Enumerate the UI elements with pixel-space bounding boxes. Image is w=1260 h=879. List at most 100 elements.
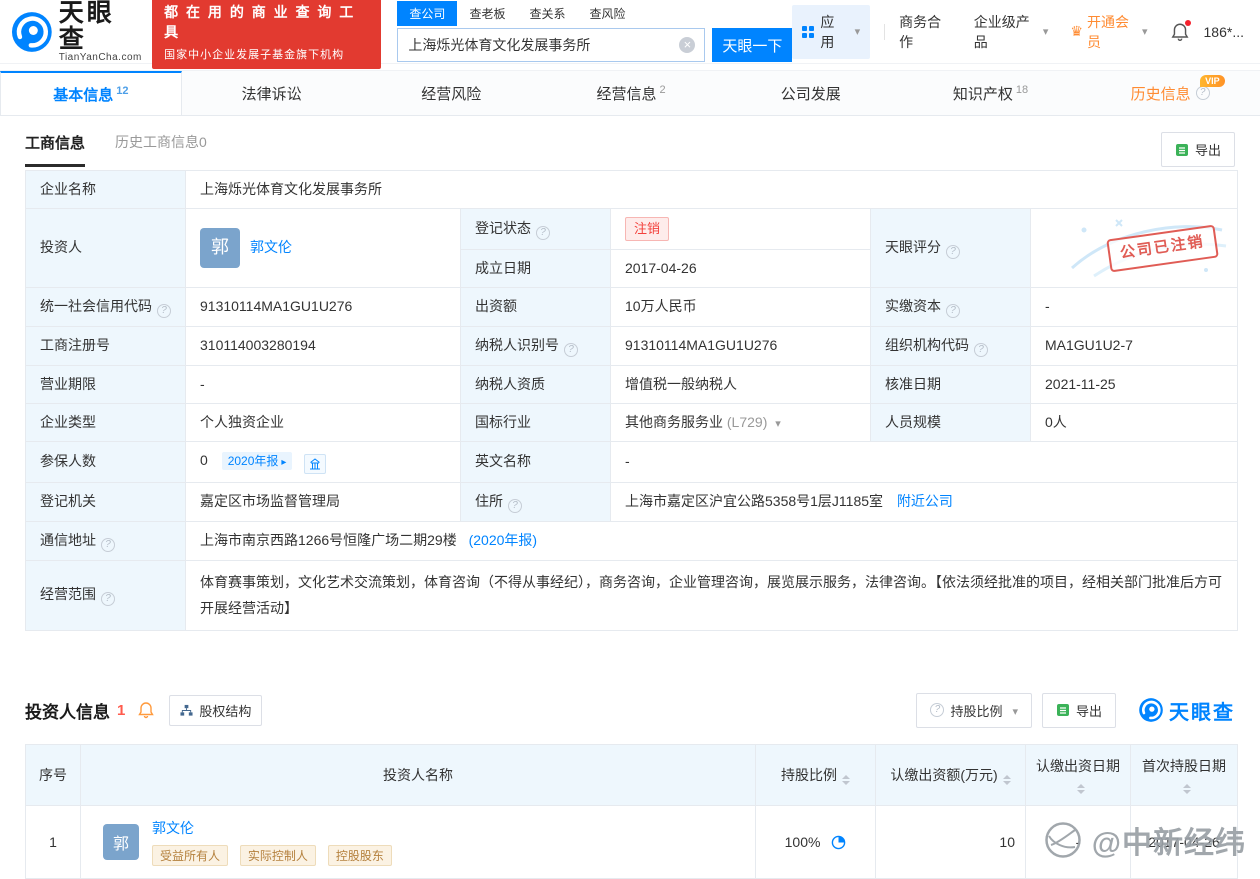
nav-open-vip[interactable]: 开通会员: [1070, 12, 1147, 52]
help-icon[interactable]: [536, 225, 550, 240]
reg-status-label: 登记状态: [460, 208, 611, 250]
tab-operating-risk[interactable]: 经营风险: [361, 71, 541, 115]
help-icon[interactable]: [946, 244, 960, 259]
insured-label: 参保人数: [25, 440, 186, 483]
main-tab-bar: 基本信息 12 法律诉讼 经营风险 经营信息 2 公司发展 知识产权 18 VIP 历…: [0, 70, 1260, 116]
tab-development-label: 公司发展: [780, 85, 841, 103]
help-icon[interactable]: [101, 592, 115, 607]
taxpayer-id-label-text: 纳税人识别号: [475, 336, 559, 353]
notification-dot: [1184, 19, 1191, 26]
investors-count: 1: [117, 701, 126, 719]
chevron-down-icon: [1008, 703, 1018, 718]
taxpayer-id-value: 91310114MA1GU1U276: [610, 325, 871, 366]
annual-report-badge[interactable]: 2020年报: [221, 451, 293, 470]
chevron-down-icon[interactable]: [771, 414, 781, 430]
nearby-companies-link[interactable]: 附近公司: [897, 493, 953, 509]
search-tab-boss[interactable]: 查老板: [457, 1, 517, 26]
help-icon[interactable]: [946, 303, 960, 318]
help-icon[interactable]: [974, 342, 988, 357]
tab-operation-count: 2: [659, 84, 666, 96]
export-label: 导出: [1194, 143, 1221, 158]
search-tab-risk[interactable]: 查风险: [577, 1, 637, 26]
credit-code-value: 91310114MA1GU1U276: [185, 286, 461, 327]
nav-enterprise-products[interactable]: 企业级产品: [974, 12, 1049, 52]
investors-export-button[interactable]: 导出: [1041, 692, 1116, 728]
shareholding-pie-icon[interactable]: [831, 835, 846, 850]
slogan-line1: 都 在 用 的 商 业 查 询 工 具: [164, 3, 356, 40]
tab-risk-label: 经营风险: [421, 85, 482, 103]
nav-divider: [884, 23, 886, 40]
th-first-holding-date[interactable]: 首次持股日期: [1130, 743, 1238, 806]
help-icon[interactable]: [564, 342, 578, 357]
english-name-label: 英文名称: [460, 440, 611, 483]
notification-bell-icon[interactable]: [1170, 19, 1191, 42]
help-icon[interactable]: [508, 498, 522, 513]
nav-apps[interactable]: 应用: [792, 4, 871, 59]
tianyancha-logo[interactable]: 天眼查 TianYanCha.com: [10, 0, 142, 63]
insured-value: 0 2020年报: [185, 440, 461, 483]
export-icon: [1056, 704, 1069, 717]
subtab-business-info[interactable]: 工商信息: [25, 132, 86, 167]
crown-icon: [1070, 23, 1083, 40]
sort-icon[interactable]: [1002, 774, 1011, 785]
search-area: 查公司 查老板 查关系 查风险 天眼一下: [397, 1, 793, 62]
taxpayer-quality-label: 纳税人资质: [460, 364, 611, 404]
tab-basic-info[interactable]: 基本信息 12: [0, 71, 182, 115]
score-stamp-cell: 公司已注销: [1029, 208, 1239, 288]
equity-structure-button[interactable]: 股权结构: [169, 694, 263, 726]
reg-status-value: 注销: [610, 208, 871, 250]
subtab-history-business-info[interactable]: 历史工商信息0: [115, 132, 207, 166]
th-shareholding-ratio[interactable]: 持股比例: [755, 743, 876, 806]
watermark-logo-icon: [1044, 822, 1081, 858]
search-tab-relation[interactable]: 查关系: [517, 1, 577, 26]
investor-name-link[interactable]: 郭文伦: [250, 237, 292, 258]
sort-icon[interactable]: [1076, 783, 1085, 794]
search-button[interactable]: 天眼一下: [712, 28, 793, 62]
investor-cell: 郭 郭文伦: [185, 208, 461, 288]
nav-business-cooperation[interactable]: 商务合作: [899, 12, 952, 52]
tianyancha-brand-mark: 天眼查: [1138, 696, 1235, 725]
company-name-value: 上海烁光体育文化发展事务所: [184, 170, 1239, 209]
tab-business-info[interactable]: 经营信息 2: [541, 71, 721, 115]
investor-name-link[interactable]: 郭文伦: [152, 820, 194, 836]
industry-value: 其他商务服务业 (L729): [610, 402, 871, 442]
establish-date-label: 成立日期: [460, 248, 611, 288]
th-subscription-date[interactable]: 认缴出资日期: [1025, 743, 1131, 806]
sort-icon[interactable]: [1182, 783, 1191, 794]
score-label-text: 天眼评分: [885, 238, 941, 255]
tab-legal-proceedings[interactable]: 法律诉讼: [182, 71, 362, 115]
reg-number-value: 310114003280194: [185, 325, 461, 366]
search-tab-company[interactable]: 查公司: [397, 1, 458, 26]
slogan-banner: 都 在 用 的 商 业 查 询 工 具 国家中小企业发展子基金旗下机构: [152, 0, 382, 69]
apps-grid-icon: [802, 25, 815, 38]
user-phone[interactable]: 186*...: [1204, 24, 1244, 40]
status-cancelled-badge: 注销: [625, 217, 670, 241]
logo-en: TianYanCha.com: [58, 52, 142, 64]
business-term-value: -: [185, 364, 461, 404]
shareholding-ratio-label: 持股比例: [950, 703, 1003, 719]
business-scope-label: 经营范围: [25, 559, 186, 631]
sort-icon[interactable]: [842, 774, 850, 785]
th-subscribed-amount[interactable]: 认缴出资额(万元): [875, 743, 1026, 806]
investor-avatar[interactable]: 郭: [200, 227, 240, 268]
help-icon[interactable]: [101, 537, 115, 552]
tag-controlling-shareholder: 控股股东: [327, 844, 392, 866]
org-code-label: 组织机构代码: [870, 325, 1031, 366]
tab-history-info[interactable]: VIP 历史信息: [1080, 71, 1260, 115]
subtab-bar: 工商信息 历史工商信息0 导出: [0, 116, 1260, 167]
tab-intellectual-property[interactable]: 知识产权 18: [901, 71, 1081, 115]
help-icon[interactable]: [157, 303, 171, 318]
equity-structure-label: 股权结构: [199, 703, 252, 719]
building-icon[interactable]: [304, 453, 327, 474]
monitor-bell-icon[interactable]: [137, 701, 155, 719]
company-type-label: 企业类型: [25, 402, 186, 442]
help-icon[interactable]: [1195, 86, 1210, 100]
help-icon: [930, 703, 945, 718]
shareholding-ratio-button[interactable]: 持股比例: [916, 692, 1032, 728]
search-input[interactable]: [397, 28, 706, 62]
export-button[interactable]: 导出: [1160, 132, 1235, 167]
investor-avatar[interactable]: 郭: [103, 823, 139, 860]
tab-company-development[interactable]: 公司发展: [721, 71, 901, 115]
mail-annual-report-link[interactable]: (2020年报): [469, 532, 537, 548]
staff-size-value: 0人: [1029, 402, 1239, 442]
